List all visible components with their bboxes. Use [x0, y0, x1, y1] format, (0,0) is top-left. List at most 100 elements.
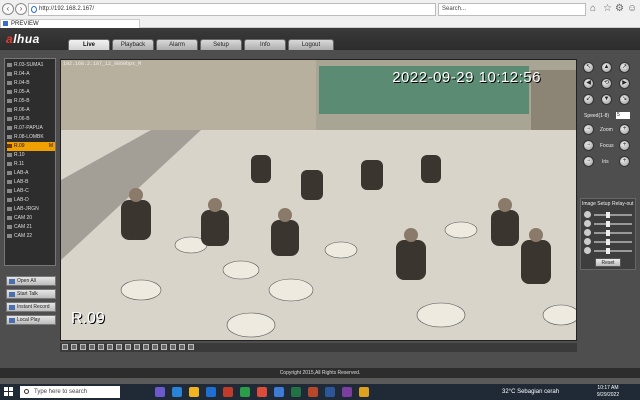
home-icon[interactable]: ⌂: [590, 2, 596, 16]
excel-icon[interactable]: [291, 387, 301, 397]
slider-thumb[interactable]: [605, 248, 610, 254]
ptz-panel: ↖ ▲ ↗ ◀ ⟲ ▶ ↙ ▼ ↘ Speed(1-8) 5 − Zoom + …: [580, 58, 636, 348]
channel-item[interactable]: CAM 21: [7, 223, 55, 232]
audio-icon[interactable]: [161, 344, 167, 350]
channel-item[interactable]: R.08-LOMBK: [7, 133, 55, 142]
saturation-slider[interactable]: [594, 239, 632, 245]
layout-9-icon[interactable]: [89, 344, 95, 350]
gamma-slider[interactable]: [594, 248, 632, 254]
channel-item[interactable]: R.10: [7, 151, 55, 160]
task-view-icon[interactable]: [155, 387, 165, 397]
channel-item-selected[interactable]: R.09 M: [7, 142, 55, 151]
word-icon[interactable]: [325, 387, 335, 397]
ptz-up-left-icon[interactable]: ↖: [583, 62, 594, 73]
file-explorer-icon[interactable]: [189, 387, 199, 397]
brightness-slider[interactable]: [594, 212, 632, 218]
contrast-slider[interactable]: [594, 221, 632, 227]
powerpoint-icon[interactable]: [308, 387, 318, 397]
iris-in-icon[interactable]: +: [619, 156, 630, 167]
open-all-button[interactable]: Open All: [6, 276, 56, 286]
taskbar-clock[interactable]: 10:17 AM 9/29/2022: [594, 385, 622, 399]
chrome-icon[interactable]: [257, 387, 267, 397]
ptz-left-icon[interactable]: ◀: [583, 78, 594, 89]
ptz-auto-icon[interactable]: ⟲: [601, 78, 612, 89]
forward-icon[interactable]: ›: [15, 3, 27, 15]
feedback-icon[interactable]: ☺: [627, 2, 637, 16]
channel-item[interactable]: LAB-B: [7, 178, 55, 187]
app2-icon[interactable]: [342, 387, 352, 397]
channel-item[interactable]: R.03-SUMA1: [7, 61, 55, 70]
instant-record-button[interactable]: Instant Record: [6, 302, 56, 312]
tab-title: PREVIEW: [11, 21, 39, 27]
channel-item[interactable]: CAM 20: [7, 214, 55, 223]
camera-icon: [7, 179, 12, 184]
ptz-down-right-icon[interactable]: ↘: [619, 94, 630, 105]
snapshot-icon[interactable]: [134, 344, 140, 350]
ptz-up-icon[interactable]: ▲: [601, 62, 612, 73]
local-play-button[interactable]: Local Play: [6, 315, 56, 325]
browser-tab[interactable]: PREVIEW: [0, 19, 140, 28]
slider-thumb[interactable]: [605, 212, 610, 218]
channel-item[interactable]: R.06-A: [7, 106, 55, 115]
address-bar[interactable]: http://192.168.2.167/: [28, 3, 436, 16]
ie-taskbar-icon[interactable]: [274, 387, 284, 397]
stream-icon[interactable]: [170, 344, 176, 350]
windows-start-icon[interactable]: [4, 387, 14, 397]
back-icon[interactable]: ‹: [2, 3, 14, 15]
channel-item[interactable]: LAB-JRGN: [7, 205, 55, 214]
channel-item[interactable]: LAB-A: [7, 169, 55, 178]
store-icon[interactable]: [206, 387, 216, 397]
channel-item[interactable]: CAM 22: [7, 232, 55, 241]
settings-icon[interactable]: ⚙: [615, 2, 624, 16]
favorites-icon[interactable]: ☆: [603, 2, 612, 16]
layout-1-icon[interactable]: [62, 344, 68, 350]
layout-8-icon[interactable]: [80, 344, 86, 350]
channel-item[interactable]: R.05-A: [7, 88, 55, 97]
channel-item[interactable]: R.07-PAPUA: [7, 124, 55, 133]
layout-16-icon[interactable]: [98, 344, 104, 350]
start-talk-button[interactable]: Start Talk: [6, 289, 56, 299]
fit-icon[interactable]: [188, 344, 194, 350]
image-setup-tab[interactable]: Image Setup: [582, 201, 610, 207]
relay-out-tab[interactable]: Relay-out: [612, 201, 633, 207]
focus-out-icon[interactable]: −: [583, 140, 594, 151]
iris-out-icon[interactable]: −: [583, 156, 594, 167]
ptz-right-icon[interactable]: ▶: [619, 78, 630, 89]
live-video[interactable]: 192.168.2.167_12_9860bps_M 2022-09-29 10…: [60, 59, 577, 341]
zoom-out-icon[interactable]: −: [583, 124, 594, 135]
layout-4-icon[interactable]: [71, 344, 77, 350]
channel-item[interactable]: R.06-B: [7, 115, 55, 124]
channel-item[interactable]: LAB-C: [7, 187, 55, 196]
ptz-down-left-icon[interactable]: ↙: [583, 94, 594, 105]
channel-item[interactable]: R.04-A: [7, 70, 55, 79]
focus-in-icon[interactable]: +: [619, 140, 630, 151]
layout-36-icon[interactable]: [116, 344, 122, 350]
zoom-icon[interactable]: [152, 344, 158, 350]
reset-button[interactable]: Reset: [595, 258, 621, 267]
edge-icon[interactable]: [172, 387, 182, 397]
app-icon[interactable]: [240, 387, 250, 397]
close-all-icon[interactable]: [179, 344, 185, 350]
slider-thumb[interactable]: [605, 221, 610, 227]
clock-time: 10:17 AM: [597, 385, 619, 391]
browser-search-input[interactable]: Search...: [438, 3, 586, 16]
channel-item[interactable]: R.11: [7, 160, 55, 169]
hue-slider[interactable]: [594, 230, 632, 236]
channel-item[interactable]: LAB-D: [7, 196, 55, 205]
weather-widget[interactable]: 32°C Sebagian cerah: [502, 387, 559, 397]
ptz-down-icon[interactable]: ▼: [601, 94, 612, 105]
speed-select[interactable]: 5: [616, 112, 630, 119]
zoom-in-icon[interactable]: +: [619, 124, 630, 135]
slider-thumb[interactable]: [605, 239, 610, 245]
taskbar-search[interactable]: Type here to search: [20, 386, 120, 398]
channel-item[interactable]: R.04-B: [7, 79, 55, 88]
fullscreen-icon[interactable]: [125, 344, 131, 350]
ptz-up-right-icon[interactable]: ↗: [619, 62, 630, 73]
slider-thumb[interactable]: [605, 230, 610, 236]
channel-list[interactable]: R.03-SUMA1 R.04-A R.04-B R.05-A R.05-B R…: [4, 58, 56, 266]
layout-25-icon[interactable]: [107, 344, 113, 350]
mail-icon[interactable]: [223, 387, 233, 397]
app3-icon[interactable]: [359, 387, 369, 397]
channel-item[interactable]: R.05-B: [7, 97, 55, 106]
record-icon[interactable]: [143, 344, 149, 350]
